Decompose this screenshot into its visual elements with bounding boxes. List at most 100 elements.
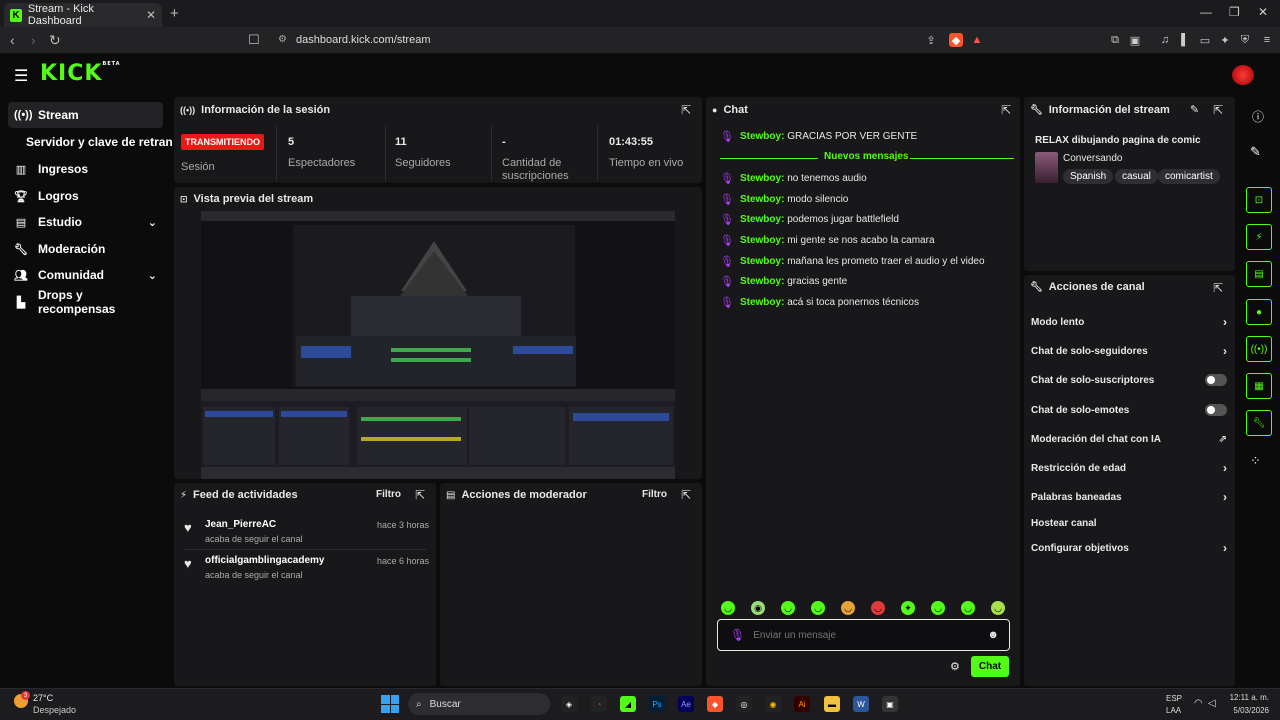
action-ai-moderation[interactable]: Moderación del chat con IA ⇗ bbox=[1031, 431, 1227, 447]
back-icon[interactable]: ‹ bbox=[10, 32, 15, 48]
share-icon[interactable]: ⇪ bbox=[924, 33, 938, 47]
chat-bubble-icon[interactable]: ● bbox=[1246, 299, 1272, 325]
sidebar-item-logros[interactable]: 🏆︎ Logros bbox=[8, 183, 163, 209]
vpn-icon[interactable]: ⛨ bbox=[1238, 33, 1252, 47]
action-configure-goals[interactable]: Configurar objetivos › bbox=[1031, 540, 1227, 556]
sidebar-toggle-icon[interactable]: ▌ bbox=[1178, 33, 1192, 47]
emote-icon[interactable]: ◡ bbox=[841, 601, 855, 615]
minimize-icon[interactable]: — bbox=[1200, 5, 1212, 19]
file-explorer-icon[interactable]: ▬ bbox=[824, 696, 840, 712]
emote-icon[interactable]: ◡ bbox=[931, 601, 945, 615]
wifi-icon[interactable]: ◠ bbox=[1194, 698, 1203, 709]
forward-icon[interactable]: › bbox=[31, 32, 36, 48]
app-icon[interactable]: ◔ bbox=[591, 696, 607, 712]
activity-filter-button[interactable]: Filtro bbox=[376, 489, 401, 500]
sidebar-item-comunidad[interactable]: 👥︎ Comunidad ⌄ bbox=[8, 262, 163, 288]
edit-pencil-icon[interactable]: ✎ bbox=[1250, 144, 1261, 160]
sidebar-item-ingresos[interactable]: ▥ Ingresos bbox=[8, 156, 163, 182]
emote-icon[interactable]: ◉ bbox=[751, 601, 765, 615]
wallet-icon[interactable]: ▭ bbox=[1198, 33, 1212, 47]
menu-icon[interactable]: ≡ bbox=[1260, 33, 1274, 47]
brave-shield-icon[interactable]: ◆ bbox=[949, 33, 963, 47]
browser-tab[interactable]: K Stream - Kick Dashboard ✕ bbox=[4, 3, 162, 27]
bookmark-icon[interactable]: ☐ bbox=[248, 32, 260, 48]
emote-icon[interactable]: ◡ bbox=[871, 601, 885, 615]
info-icon[interactable]: ⓘ bbox=[1252, 108, 1264, 125]
stream-preview-video[interactable] bbox=[201, 211, 675, 479]
photoshop-icon[interactable]: Ps bbox=[649, 696, 665, 712]
chat-input-box[interactable]: 🎙︎ ☻ bbox=[717, 619, 1010, 651]
illustrator-icon[interactable]: Ai bbox=[794, 696, 810, 712]
windows-start-icon[interactable] bbox=[381, 695, 399, 713]
brave-browser-icon[interactable]: ◆ bbox=[707, 696, 723, 712]
send-chat-button[interactable]: Chat bbox=[971, 656, 1009, 677]
popout-icon[interactable]: ⇱ bbox=[1213, 103, 1223, 117]
action-slow-mode[interactable]: Modo lento › bbox=[1031, 314, 1227, 330]
action-age-restriction[interactable]: Restricción de edad › bbox=[1031, 460, 1227, 476]
app-icon[interactable]: ◢ bbox=[620, 696, 636, 712]
category-name[interactable]: Conversando bbox=[1063, 153, 1122, 164]
emote-icon[interactable]: ◡ bbox=[961, 601, 975, 615]
emote-icon[interactable]: ◡ bbox=[991, 601, 1005, 615]
emotes-only-toggle[interactable] bbox=[1205, 404, 1227, 416]
screenshot-icon[interactable]: ▣ bbox=[1128, 33, 1142, 47]
clip-icon[interactable]: ⊡ bbox=[1246, 187, 1272, 213]
chrome-icon[interactable]: ◉ bbox=[765, 696, 781, 712]
volume-icon[interactable]: ◁ bbox=[1208, 698, 1216, 709]
bolt-icon[interactable]: ⚡︎ bbox=[1246, 224, 1272, 250]
kick-logo[interactable]: KICKBETA bbox=[40, 61, 121, 86]
popout-icon[interactable]: ⇱ bbox=[681, 103, 691, 117]
action-host-channel[interactable]: Hostear canal bbox=[1031, 515, 1227, 531]
popout-icon[interactable]: ⇱ bbox=[1213, 281, 1223, 295]
layout-icon[interactable]: ▦ bbox=[1246, 373, 1272, 399]
media-icon[interactable]: ♫ bbox=[1158, 33, 1172, 47]
wrench-icon[interactable]: 🔧︎ bbox=[1246, 410, 1272, 436]
app-icon[interactable]: ▣ bbox=[882, 696, 898, 712]
subscribers-only-toggle[interactable] bbox=[1205, 374, 1227, 386]
emote-icon[interactable]: ◡ bbox=[811, 601, 825, 615]
hamburger-menu-icon[interactable]: ☰ bbox=[14, 66, 28, 86]
sidebar-item-drops[interactable]: ▙ Drops y recompensas bbox=[8, 288, 163, 316]
emoji-icon[interactable]: ☻ bbox=[987, 629, 999, 641]
popout-icon[interactable]: ⇱ bbox=[415, 488, 425, 502]
extensions-icon[interactable]: ⧉ bbox=[1108, 33, 1122, 47]
url-field[interactable]: dashboard.kick.com/stream bbox=[296, 34, 431, 46]
close-window-icon[interactable]: ✕ bbox=[1258, 5, 1268, 19]
popout-icon[interactable]: ⇱ bbox=[681, 488, 691, 502]
keyboard-layout[interactable]: LAA bbox=[1166, 706, 1181, 715]
leo-ai-icon[interactable]: ✦ bbox=[1218, 33, 1232, 47]
sidebar-item-estudio[interactable]: ▤ Estudio ⌄ bbox=[8, 209, 163, 235]
settings-gear-icon[interactable]: ⚙ bbox=[950, 660, 960, 673]
language[interactable]: ESP bbox=[1166, 694, 1182, 703]
modactions-filter-button[interactable]: Filtro bbox=[642, 489, 667, 500]
clock-date[interactable]: 5/03/2026 bbox=[1225, 706, 1269, 715]
clock-time[interactable]: 12:11 a. m. bbox=[1225, 693, 1269, 702]
brave-rewards-icon[interactable]: ▲ bbox=[970, 33, 984, 47]
close-tab-icon[interactable]: ✕ bbox=[146, 8, 156, 22]
taskbar-search[interactable]: ⌕ Buscar bbox=[408, 693, 550, 715]
popout-icon[interactable]: ⇱ bbox=[1001, 103, 1011, 117]
reload-icon[interactable]: ↻ bbox=[49, 32, 61, 49]
new-tab-icon[interactable]: + bbox=[170, 5, 179, 22]
action-followers-only[interactable]: Chat de solo-seguidores › bbox=[1031, 343, 1227, 359]
users-icon[interactable]: ⁘ bbox=[1250, 453, 1261, 469]
channel-actions-panel bbox=[1024, 275, 1235, 686]
user-avatar[interactable] bbox=[1232, 65, 1254, 85]
edit-pencil-icon[interactable]: ✎ bbox=[1190, 103, 1199, 116]
copilot-icon[interactable]: ◈ bbox=[561, 696, 577, 712]
sidebar-item-server-key[interactable]: Servidor y clave de retransm bbox=[8, 129, 173, 155]
emote-icon[interactable]: ◡ bbox=[781, 601, 795, 615]
broadcast-icon[interactable]: ((•)) bbox=[1246, 336, 1272, 362]
action-banned-words[interactable]: Palabras baneadas › bbox=[1031, 489, 1227, 505]
site-info-icon[interactable]: ⚙ bbox=[278, 34, 287, 45]
word-icon[interactable]: W bbox=[853, 696, 869, 712]
chat-input[interactable] bbox=[753, 629, 974, 641]
document-icon[interactable]: ▤ bbox=[1246, 261, 1272, 287]
sidebar-item-moderacion[interactable]: 🔧︎ Moderación bbox=[8, 236, 163, 262]
sidebar-item-stream[interactable]: ((•)) Stream bbox=[8, 102, 163, 128]
obs-icon[interactable]: ◎ bbox=[736, 696, 752, 712]
after-effects-icon[interactable]: Ae bbox=[678, 696, 694, 712]
emote-icon[interactable]: ✦ bbox=[901, 601, 915, 615]
maximize-icon[interactable]: ❐ bbox=[1229, 5, 1240, 19]
emote-icon[interactable]: ◡ bbox=[721, 601, 735, 615]
